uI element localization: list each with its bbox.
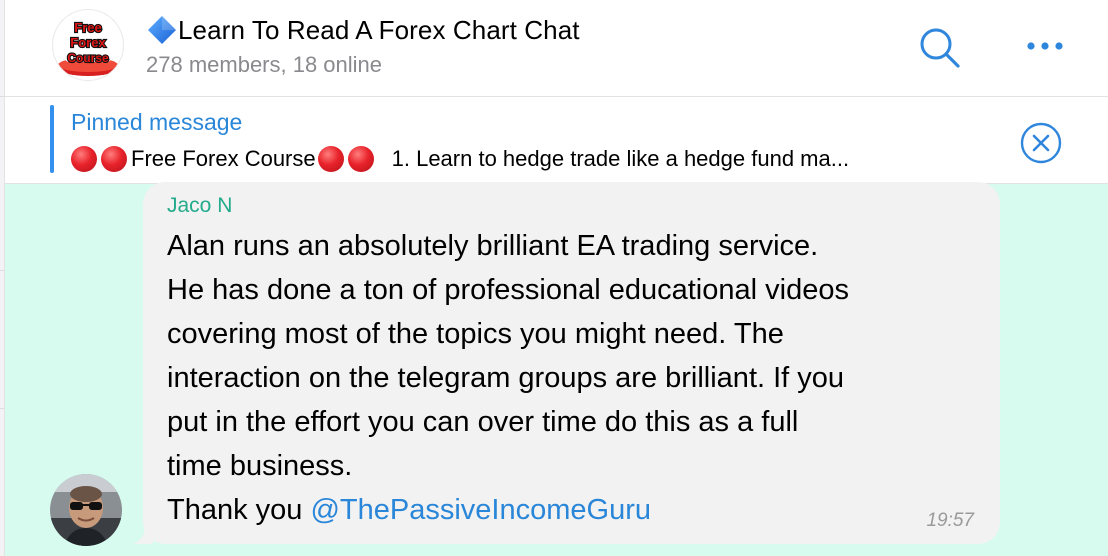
red-circle-icon xyxy=(101,146,127,172)
edge-divider xyxy=(0,408,4,409)
message-bubble[interactable]: Jaco N Alan runs an absolutely brilliant… xyxy=(143,182,1000,544)
pinned-course-name: Free Forex Course xyxy=(131,146,316,171)
message-line: Thank you @ThePassiveIncomeGuru xyxy=(167,488,987,532)
mention-link[interactable]: @ThePassiveIncomeGuru xyxy=(310,494,651,526)
member-count: 278 members, 18 online xyxy=(146,52,383,77)
message-line: interaction on the telegram groups are b… xyxy=(167,362,845,394)
message-line: put in the effort you can over time do t… xyxy=(167,406,799,438)
chat-title-text: Learn To Read A Forex Chart Chat xyxy=(178,14,580,45)
pinned-text: Free Forex Course 1. Learn to hedge trad… xyxy=(71,145,1021,173)
chat-header: Free Forex Course Learn To Read A Forex … xyxy=(5,0,1108,97)
logo-word: Free xyxy=(74,20,101,35)
blue-diamond-icon xyxy=(146,14,178,46)
message-line: time business. xyxy=(167,450,353,482)
pinned-snippet: 1. Learn to hedge trade like a hedge fun… xyxy=(391,146,850,171)
sender-name[interactable]: Jaco N xyxy=(167,194,232,218)
message-closing: Thank you xyxy=(167,494,303,526)
group-avatar[interactable]: Free Forex Course xyxy=(53,10,123,80)
message-line: He has done a ton of professional educat… xyxy=(167,274,849,306)
chat-title[interactable]: Learn To Read A Forex Chart Chat xyxy=(146,14,580,46)
red-circle-icon xyxy=(347,146,374,172)
more-button[interactable] xyxy=(1023,28,1067,64)
search-button[interactable] xyxy=(915,24,963,72)
message-list[interactable]: Jaco N Alan runs an absolutely brilliant… xyxy=(5,182,1108,556)
pinned-label: Pinned message xyxy=(71,109,243,135)
edge-divider xyxy=(0,270,4,271)
logo-word: Forex xyxy=(70,35,106,50)
pinned-message[interactable]: Pinned message Free Forex Course 1. Lear… xyxy=(5,97,1108,184)
search-icon xyxy=(920,28,960,68)
sender-avatar[interactable] xyxy=(50,474,122,546)
close-circle-icon xyxy=(1020,122,1062,164)
pinned-indicator-bar xyxy=(50,105,54,173)
more-dots-icon xyxy=(1027,42,1063,50)
message-line: Alan runs an absolutely brilliant EA tra… xyxy=(167,230,819,262)
sender-photo xyxy=(50,474,122,546)
edge-divider xyxy=(0,96,4,97)
message-text: Alan runs an absolutely brilliant EA tra… xyxy=(167,224,987,532)
close-pinned-button[interactable] xyxy=(1019,121,1063,165)
red-circle-icon xyxy=(317,146,344,172)
red-circle-icon xyxy=(71,146,97,172)
group-logo: Free Forex Course xyxy=(58,16,118,76)
message-line: covering most of the topics you might ne… xyxy=(167,318,784,350)
message-time: 19:57 xyxy=(926,510,974,531)
logo-word: Course xyxy=(67,51,109,65)
